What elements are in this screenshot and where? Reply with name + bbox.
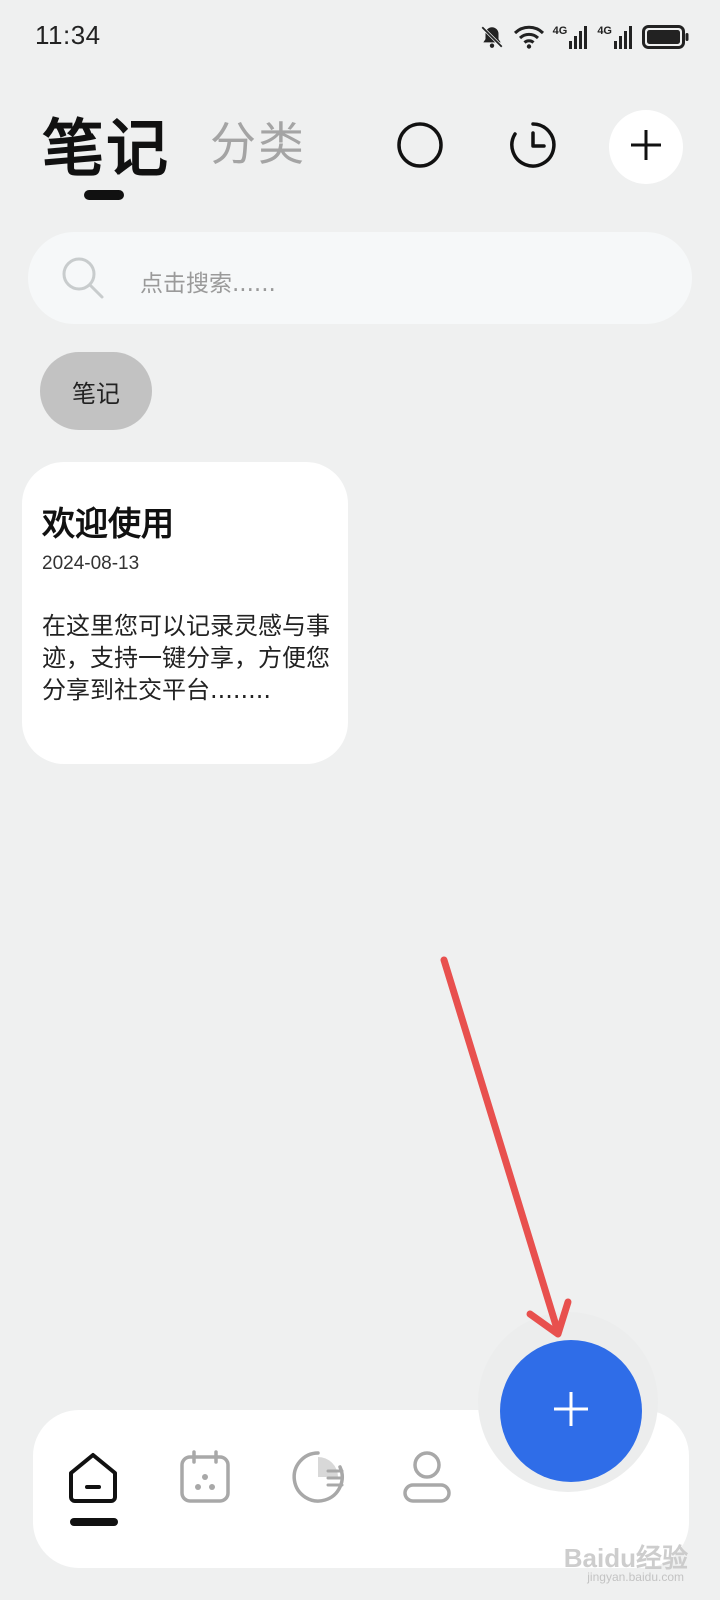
search-icon — [60, 255, 106, 301]
tab-notes[interactable]: 笔记 — [42, 98, 170, 188]
profile-icon — [400, 1447, 454, 1511]
signal-4g-icon: 4G — [597, 25, 634, 49]
stats-icon — [288, 1447, 348, 1511]
note-title: 欢迎使用 — [42, 504, 174, 543]
nav-home[interactable] — [58, 1444, 128, 1514]
circle-button[interactable] — [383, 110, 457, 184]
nav-active-indicator — [70, 1518, 118, 1526]
search-bar[interactable] — [28, 232, 692, 324]
note-date: 2024-08-13 — [42, 553, 140, 574]
circle-icon — [396, 121, 444, 173]
add-header-button[interactable] — [609, 110, 683, 184]
history-button[interactable] — [496, 110, 570, 184]
plus-icon — [628, 127, 664, 167]
nav-stats[interactable] — [283, 1444, 353, 1514]
battery-icon — [642, 25, 690, 49]
nav-profile[interactable] — [392, 1444, 462, 1514]
nav-calendar[interactable] — [170, 1444, 240, 1514]
note-preview: 在这里您可以记录灵感与事迹，支持一键分享，方便您分享到社交平台........ — [42, 612, 330, 704]
status-icons: 4G 4G — [479, 22, 690, 52]
tab-active-indicator — [84, 190, 124, 200]
add-note-fab[interactable] — [500, 1340, 642, 1482]
search-input[interactable]: 点击搜索...... — [140, 264, 276, 298]
tab-category[interactable]: 分类 — [210, 108, 306, 174]
status-time: 11:34 — [35, 20, 101, 50]
signal-4g-icon: 4G — [553, 25, 590, 49]
home-icon — [63, 1447, 123, 1511]
mute-bell-icon — [479, 24, 505, 50]
clock-icon — [508, 120, 558, 174]
filter-chip-notes[interactable]: 笔记 — [40, 352, 152, 430]
watermark-url: jingyan.baidu.com — [587, 1570, 684, 1584]
wifi-icon — [513, 24, 545, 50]
plus-icon — [551, 1389, 591, 1433]
calendar-icon — [178, 1449, 232, 1509]
